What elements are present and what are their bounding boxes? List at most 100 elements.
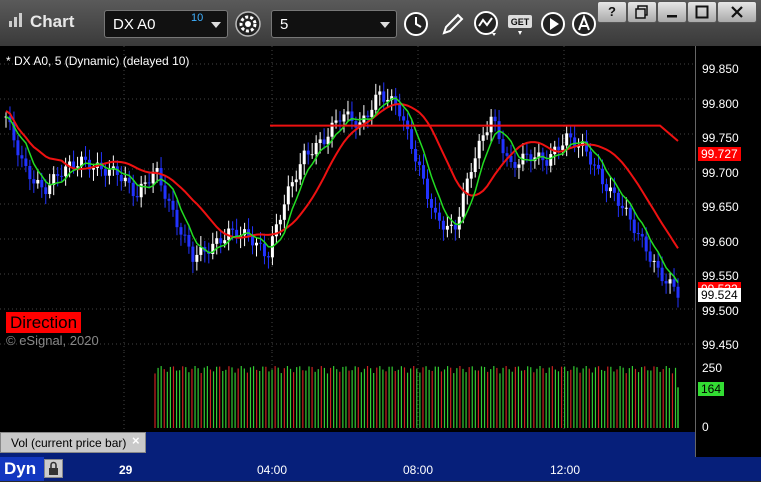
volume-axis[interactable]: 250 164 0	[695, 352, 761, 457]
price-bar-body	[425, 178, 429, 199]
price-bar-body	[179, 227, 183, 235]
price-bar-body	[155, 168, 159, 172]
get-text: GET	[511, 17, 530, 27]
price-bar-body	[565, 133, 569, 146]
price-axis-label: 99.850	[702, 62, 739, 76]
price-bar-body	[604, 184, 608, 192]
indicator-icon	[474, 11, 498, 36]
price-bar-body	[414, 148, 418, 162]
volume-tag: 164	[698, 382, 725, 396]
get-icon: GET	[508, 15, 532, 35]
price-bar-body	[175, 209, 179, 228]
pencil-icon	[442, 13, 464, 35]
price-bar-body	[215, 238, 219, 244]
price-axis-label: 99.800	[702, 97, 739, 111]
price-bar-body	[593, 164, 597, 166]
price-bar-body	[191, 246, 195, 262]
price-bar-body	[596, 164, 600, 169]
time-button[interactable]	[401, 9, 431, 39]
price-bar-body	[489, 116, 493, 133]
price-bar-body	[656, 260, 660, 268]
time-axis[interactable]: 29 04:00 08:00 12:00	[0, 457, 761, 481]
price-bar-body	[640, 233, 644, 237]
price-bar-body	[612, 187, 616, 193]
price-bar-body	[314, 142, 318, 155]
price-pane[interactable]: * DX A0, 5 (Dynamic) (delayed 10) Direct…	[0, 46, 695, 353]
price-bar-body	[167, 198, 171, 201]
price-bar-body	[636, 233, 640, 235]
chevron-down-icon[interactable]	[380, 22, 390, 28]
minimize-button[interactable]	[657, 1, 687, 23]
restore-button[interactable]	[627, 1, 657, 23]
maximize-icon	[695, 5, 709, 19]
price-bar-body	[135, 196, 139, 198]
price-bar-body	[410, 129, 414, 149]
price-bar-body	[282, 204, 286, 220]
play-icon	[541, 12, 565, 36]
price-bar-body	[453, 224, 457, 230]
price-axis-label: 99.650	[702, 200, 739, 214]
price-axis[interactable]: 99.850 99.800 99.750 99.700 99.650 99.60…	[695, 46, 761, 352]
lock-icon	[49, 461, 58, 475]
close-icon[interactable]: ×	[132, 433, 140, 448]
time-axis-label: 29	[119, 463, 133, 477]
dynamic-mode-label[interactable]: Dyn	[0, 457, 44, 481]
symbol-input[interactable]: DX A0 10	[104, 10, 228, 38]
indicator-button[interactable]	[472, 9, 502, 39]
price-bar-body	[318, 139, 322, 143]
price-bar-body	[382, 91, 386, 102]
volume-axis-label: 0	[702, 420, 709, 434]
lock-button[interactable]	[44, 459, 63, 478]
title-bar: Chart DX A0 10 5 GET ?	[0, 0, 761, 47]
direction-label[interactable]: Direction	[6, 312, 82, 333]
settings-button[interactable]	[233, 9, 263, 39]
price-bar-body	[119, 174, 123, 182]
price-bar-body	[107, 169, 111, 176]
price-bar-body	[549, 154, 553, 166]
price-bar-body	[418, 161, 422, 166]
price-bar-body	[251, 235, 255, 246]
price-bar-body	[20, 155, 24, 159]
maximize-button[interactable]	[687, 1, 717, 23]
volume-chart	[123, 352, 679, 432]
price-bar-body	[422, 165, 426, 179]
chevron-down-icon[interactable]	[211, 22, 221, 28]
get-button[interactable]: GET	[506, 9, 536, 39]
price-bar-body	[485, 132, 489, 136]
price-bar-body	[676, 286, 680, 298]
volume-pane[interactable]	[0, 352, 695, 432]
watermark: © eSignal, 2020	[6, 333, 99, 348]
price-axis-label: 99.450	[702, 338, 739, 352]
price-bar-body	[127, 177, 131, 183]
play-button[interactable]	[538, 9, 568, 39]
interval-select[interactable]: 5	[271, 10, 397, 38]
close-icon	[731, 6, 743, 18]
price-bar-body	[493, 116, 497, 122]
clock-icon	[404, 12, 428, 36]
price-bar-body	[147, 182, 151, 184]
price-bar-body	[310, 154, 314, 156]
symbol-delay-superscript: 10	[191, 12, 204, 24]
price-bar-body	[143, 182, 147, 184]
close-button[interactable]	[717, 1, 757, 23]
text-tool-button[interactable]	[569, 9, 599, 39]
price-bar-body	[398, 104, 402, 117]
gear-icon	[235, 11, 261, 37]
help-button[interactable]: ?	[597, 1, 627, 23]
price-bar-body	[223, 240, 227, 244]
price-bar-body	[56, 174, 60, 176]
price-bar-body	[334, 120, 338, 123]
price-bar-body	[374, 94, 378, 110]
price-bar-body	[183, 234, 187, 236]
price-bar-body	[668, 279, 672, 284]
price-bar-body	[298, 164, 302, 180]
price-bar-body	[608, 187, 612, 192]
price-bar-body	[187, 234, 191, 247]
price-axis-label: 99.500	[702, 304, 739, 318]
price-bar-body	[473, 158, 477, 173]
draw-button[interactable]	[438, 9, 468, 39]
price-axis-label: 99.700	[702, 166, 739, 180]
price-bar-body	[561, 145, 565, 151]
price-bar-body	[290, 182, 294, 187]
volume-study-label[interactable]: Vol (current price bar)	[0, 432, 146, 453]
